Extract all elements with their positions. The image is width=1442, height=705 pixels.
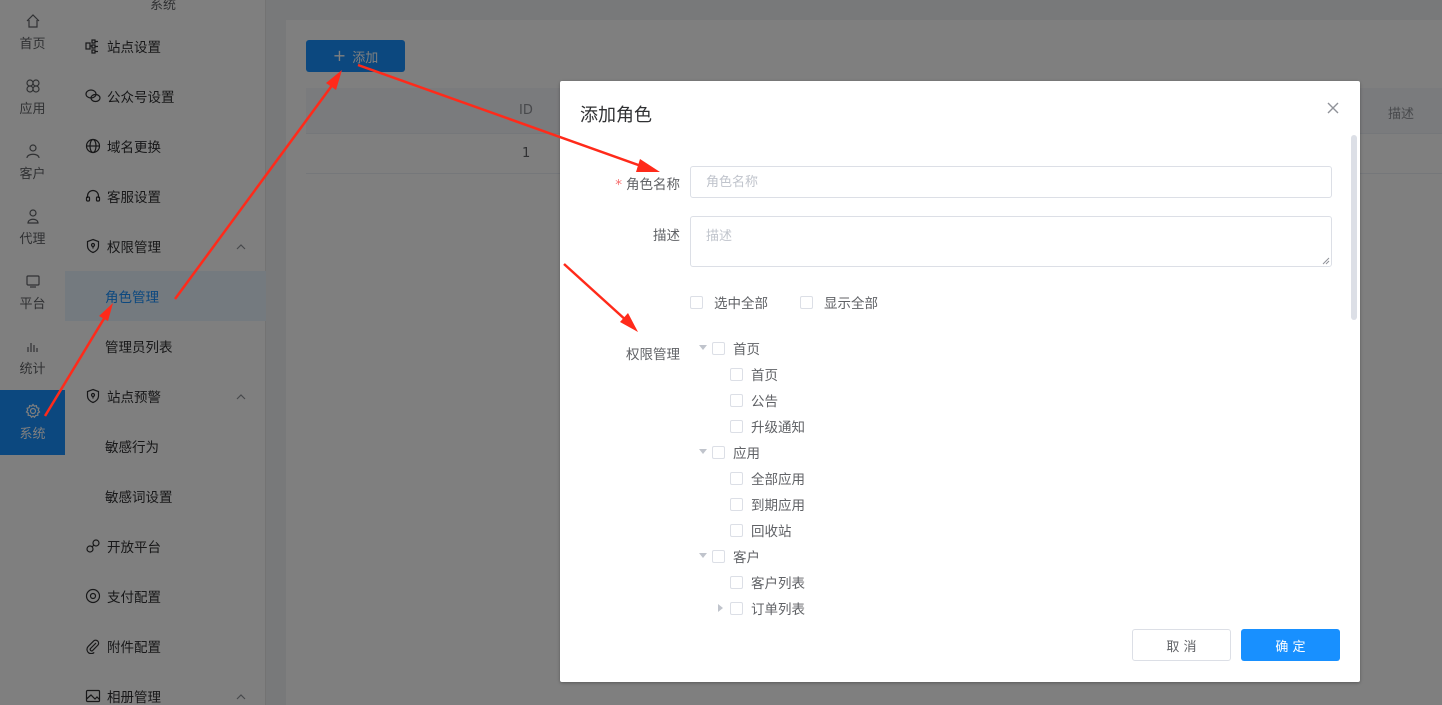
close-icon[interactable] — [1326, 101, 1340, 115]
checkbox[interactable] — [712, 549, 725, 563]
tree-node-label: 回收站 — [751, 524, 792, 540]
select-all-checkbox[interactable]: 选中全部 — [690, 292, 768, 312]
tree-node[interactable]: 首页 — [730, 361, 778, 387]
checkbox[interactable] — [730, 575, 743, 589]
tree-node-label: 全部应用 — [751, 472, 805, 488]
tree-node[interactable]: 首页 — [694, 335, 760, 361]
checkbox[interactable] — [730, 419, 743, 433]
desc-textarea[interactable] — [690, 216, 1332, 267]
tree-node-label: 应用 — [733, 446, 760, 462]
tree-node-label: 首页 — [751, 368, 778, 384]
tree-node-label: 到期应用 — [751, 498, 805, 514]
role-name-label: * 角色名称 — [615, 177, 680, 193]
dialog-title: 添加角色 — [580, 105, 652, 126]
checkbox[interactable] — [730, 367, 743, 381]
tree-node[interactable]: 客户 — [694, 543, 760, 569]
tree-node-label: 升级通知 — [751, 420, 805, 436]
checkbox[interactable] — [730, 393, 743, 407]
desc-label: 描述 — [653, 228, 680, 244]
show-all-checkbox[interactable]: 显示全部 — [800, 292, 878, 312]
caret-down-icon[interactable] — [694, 547, 712, 565]
tree-node[interactable]: 客户列表 — [730, 569, 805, 595]
show-all-label: 显示全部 — [824, 296, 878, 312]
select-all-label: 选中全部 — [714, 296, 768, 312]
dialog-scrollbar[interactable] — [1351, 135, 1357, 320]
checkbox[interactable] — [730, 601, 743, 615]
tree-node[interactable]: 到期应用 — [730, 491, 805, 517]
caret-down-icon[interactable] — [694, 443, 712, 461]
role-name-input[interactable] — [690, 166, 1332, 198]
caret-down-icon[interactable] — [694, 339, 712, 357]
tree-node[interactable]: 全部应用 — [730, 465, 805, 491]
checkbox[interactable] — [730, 523, 743, 537]
caret-right-icon[interactable] — [712, 599, 730, 617]
resize-handle-icon[interactable] — [1322, 257, 1330, 265]
required-asterisk: * — [615, 177, 622, 193]
tree-node-label: 订单列表 — [751, 602, 805, 618]
tree-node-label: 首页 — [733, 342, 760, 358]
tree-node[interactable]: 升级通知 — [730, 413, 805, 439]
tree-node[interactable]: 应用 — [694, 439, 760, 465]
confirm-button[interactable]: 确 定 — [1241, 629, 1340, 661]
checkbox[interactable] — [712, 341, 725, 355]
tree-node-label: 客户 — [733, 550, 760, 566]
cancel-button[interactable]: 取 消 — [1132, 629, 1231, 661]
permissions-label: 权限管理 — [626, 347, 680, 363]
add-role-dialog: 添加角色 *角色名称 描述 选中全部 显示全部 权限管理 首页 首页 公告 升级… — [560, 81, 1360, 682]
checkbox[interactable] — [730, 497, 743, 511]
tree-node-label: 客户列表 — [751, 576, 805, 592]
tree-node[interactable]: 订单列表 — [712, 595, 805, 621]
tree-node[interactable]: 公告 — [730, 387, 778, 413]
tree-node-label: 公告 — [751, 394, 778, 410]
checkbox[interactable] — [800, 295, 813, 309]
checkbox[interactable] — [730, 471, 743, 485]
tree-node[interactable]: 回收站 — [730, 517, 792, 543]
checkbox[interactable] — [712, 445, 725, 459]
checkbox[interactable] — [690, 295, 703, 309]
